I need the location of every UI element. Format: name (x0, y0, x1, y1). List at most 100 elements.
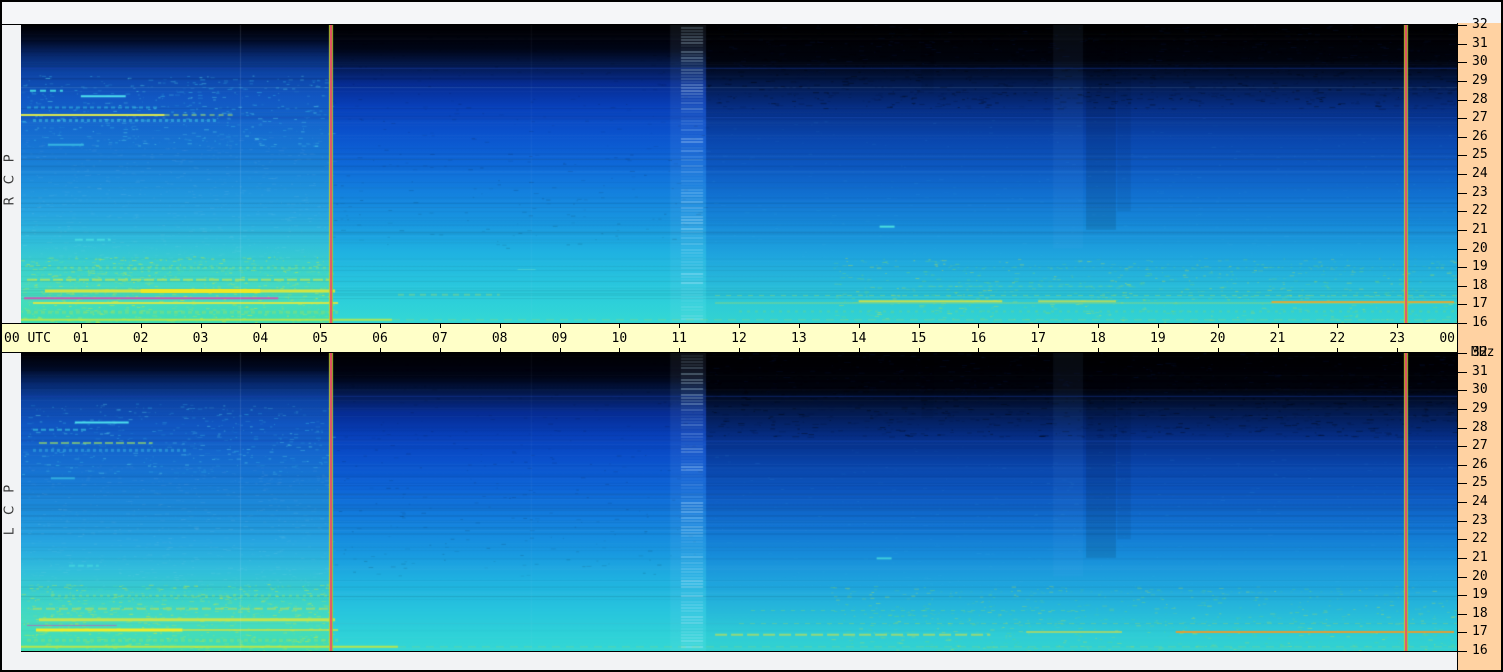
time-hour-tick (80, 348, 82, 352)
freq-tick-label: 20 (1472, 241, 1488, 256)
time-hour-label: 16 (970, 331, 987, 346)
time-hour-tick (679, 348, 681, 352)
time-hour-tick (320, 348, 322, 352)
freq-tick-label: 19 (1472, 587, 1488, 602)
time-hour-label: 15 (910, 331, 927, 346)
freq-tick-label: 19 (1472, 259, 1488, 274)
time-hour-label: 11 (671, 331, 687, 346)
time-hour-tick (320, 324, 322, 328)
freq-tick-label: 28 (1472, 92, 1488, 107)
time-hour-label: 14 (850, 331, 867, 346)
time-hour-tick (200, 348, 202, 352)
lcp-spectrogram (21, 353, 1457, 652)
freq-tick-label: 27 (1472, 110, 1488, 125)
freq-tick-label: 18 (1472, 278, 1488, 293)
time-hour-tick (1337, 324, 1339, 328)
time-hour-tick (918, 348, 920, 352)
time-hour-tick (1098, 324, 1099, 328)
freq-tick (1458, 137, 1467, 138)
time-hour-tick (380, 348, 381, 352)
time-hour-tick (380, 324, 381, 328)
freq-tick-label: 21 (1472, 222, 1488, 237)
time-hour-tick (1337, 348, 1339, 352)
time-hour-tick (1038, 324, 1040, 328)
freq-tick (1458, 174, 1467, 175)
freq-tick (1458, 323, 1467, 324)
freq-tick (1458, 539, 1467, 540)
freq-tick (1458, 521, 1467, 522)
time-hour-tick (1277, 348, 1279, 352)
freq-tick-label: 32 (1472, 345, 1488, 360)
frequency-axis: MHz 32 31 30 29 28 27 26 25 24 23 22 21 20 19 18 17 16 32… (1457, 18, 1501, 670)
time-hour-label: 13 (791, 331, 807, 346)
time-hour-tick (858, 348, 860, 352)
time-hour-label: 05 (312, 331, 328, 346)
time-hour-tick (499, 348, 501, 352)
freq-tick-label: 17 (1472, 296, 1488, 311)
content-area: AJ4CO Observatory 27 Jul 2019 - DPS on T… (2, 2, 1501, 670)
time-hour-tick (619, 324, 621, 328)
time-hour-label: 10 (611, 331, 628, 346)
rcp-spectrogram (21, 25, 1457, 323)
freq-tick-label: 22 (1472, 203, 1488, 218)
time-hour-tick (798, 324, 800, 328)
time-hour-label: 01 (73, 331, 89, 346)
time-hour-label: 08 (491, 331, 508, 346)
freq-tick (1458, 118, 1467, 119)
time-hour-tick (1397, 348, 1399, 352)
time-hour-tick (439, 348, 441, 352)
freq-tick-label: 16 (1472, 315, 1488, 330)
freq-tick-label: 22 (1472, 531, 1488, 546)
title-bar: AJ4CO Observatory 27 Jul 2019 - DPS on T… (2, 2, 1501, 42)
time-hour-label: 22 (1329, 331, 1346, 346)
freq-tick-label: 24 (1472, 494, 1488, 509)
time-hour-tick (439, 324, 441, 328)
time-hour-tick (798, 348, 800, 352)
freq-tick (1458, 632, 1467, 633)
freq-tick (1458, 267, 1467, 268)
freq-tick-label: 20 (1472, 569, 1488, 584)
time-hour-tick (260, 348, 262, 352)
freq-tick (1458, 595, 1467, 596)
time-hour-tick (619, 348, 621, 352)
time-hour-label: 21 (1269, 331, 1286, 346)
freq-tick (1458, 409, 1467, 410)
time-hour-tick (559, 324, 561, 328)
time-hour-tick (499, 324, 501, 328)
time-hour-tick (1157, 324, 1159, 328)
freq-tick (1458, 372, 1467, 373)
freq-tick-label: 29 (1472, 401, 1488, 416)
freq-tick (1458, 155, 1467, 156)
time-axis: 00 UTC 00 01 02 03 04 05 06 07 08 09 10 11 12 13 14 15… (2, 323, 1457, 353)
freq-tick (1458, 100, 1467, 101)
time-hour-tick (559, 348, 561, 352)
freq-tick-label: 16 (1472, 643, 1488, 658)
freq-tick-label: 18 (1472, 606, 1488, 621)
time-hour-tick (679, 324, 681, 328)
time-hour-tick (858, 324, 860, 328)
time-hour-tick (739, 348, 740, 352)
time-hour-label: 23 (1389, 331, 1405, 346)
time-hour-tick (1038, 348, 1040, 352)
freq-tick (1458, 558, 1467, 559)
time-hour-label: 03 (192, 331, 209, 346)
time-hour-label: 19 (1150, 331, 1166, 346)
freq-tick (1458, 193, 1467, 194)
time-hour-label: 12 (731, 331, 747, 346)
freq-tick-label: 23 (1472, 185, 1488, 200)
time-axis-start-label: 00 UTC (4, 331, 51, 346)
time-hour-tick (1098, 348, 1099, 352)
freq-tick (1458, 230, 1467, 231)
time-hour-tick (978, 324, 980, 328)
time-hour-label: 18 (1090, 331, 1106, 346)
freq-tick (1458, 483, 1467, 484)
time-hour-tick (1217, 324, 1219, 328)
freq-tick (1458, 465, 1467, 466)
freq-tick-label: 30 (1472, 382, 1488, 397)
freq-tick-label: 28 (1472, 420, 1488, 435)
freq-tick-label: 24 (1472, 166, 1488, 181)
time-hour-tick (739, 324, 740, 328)
time-hour-label: 04 (252, 331, 269, 346)
time-hour-tick (1157, 348, 1159, 352)
freq-tick-label: 17 (1472, 624, 1488, 639)
